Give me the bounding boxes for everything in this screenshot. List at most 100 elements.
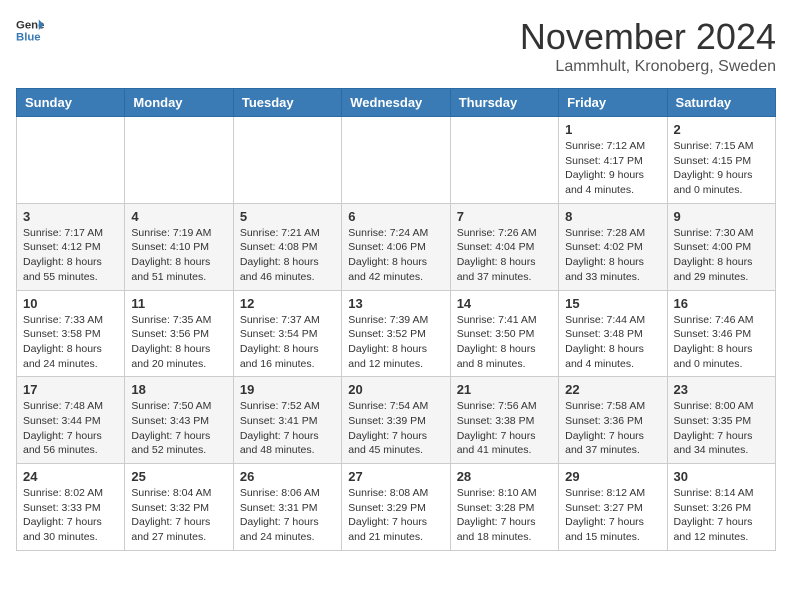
day-number: 13 bbox=[348, 296, 443, 311]
day-number: 26 bbox=[240, 469, 335, 484]
day-number: 19 bbox=[240, 382, 335, 397]
day-info: Sunrise: 7:26 AMSunset: 4:04 PMDaylight:… bbox=[457, 226, 552, 285]
calendar-cell: 1Sunrise: 7:12 AMSunset: 4:17 PMDaylight… bbox=[559, 117, 667, 204]
calendar-cell bbox=[450, 117, 558, 204]
day-info: Sunrise: 7:17 AMSunset: 4:12 PMDaylight:… bbox=[23, 226, 118, 285]
day-info: Sunrise: 8:14 AMSunset: 3:26 PMDaylight:… bbox=[674, 486, 769, 545]
day-info: Sunrise: 7:54 AMSunset: 3:39 PMDaylight:… bbox=[348, 399, 443, 458]
calendar-cell bbox=[125, 117, 233, 204]
weekday-header-thursday: Thursday bbox=[450, 89, 558, 117]
calendar-cell: 30 Sunrise: 8:14 AMSunset: 3:26 PMDayligh… bbox=[667, 464, 775, 551]
calendar-table: SundayMondayTuesdayWednesdayThursdayFrid… bbox=[16, 88, 776, 551]
day-info: Sunrise: 8:06 AMSunset: 3:31 PMDaylight:… bbox=[240, 486, 335, 545]
calendar-cell: 24 Sunrise: 8:02 AMSunset: 3:33 PMDayligh… bbox=[17, 464, 125, 551]
day-info: Sunrise: 8:04 AMSunset: 3:32 PMDaylight:… bbox=[131, 486, 226, 545]
calendar-cell: 26 Sunrise: 8:06 AMSunset: 3:31 PMDayligh… bbox=[233, 464, 341, 551]
calendar-cell: 19 Sunrise: 7:52 AMSunset: 3:41 PMDayligh… bbox=[233, 377, 341, 464]
day-info: Sunrise: 7:28 AMSunset: 4:02 PMDaylight:… bbox=[565, 226, 660, 285]
day-number: 30 bbox=[674, 469, 769, 484]
day-info: Sunrise: 7:52 AMSunset: 3:41 PMDaylight:… bbox=[240, 399, 335, 458]
calendar-cell: 15 Sunrise: 7:44 AMSunset: 3:48 PMDayligh… bbox=[559, 290, 667, 377]
calendar-cell bbox=[233, 117, 341, 204]
day-info: Sunrise: 7:35 AMSunset: 3:56 PMDaylight:… bbox=[131, 313, 226, 372]
day-info: Sunrise: 7:58 AMSunset: 3:36 PMDaylight:… bbox=[565, 399, 660, 458]
day-info: Sunrise: 7:48 AMSunset: 3:44 PMDaylight:… bbox=[23, 399, 118, 458]
day-number: 23 bbox=[674, 382, 769, 397]
calendar-cell: 29 Sunrise: 8:12 AMSunset: 3:27 PMDayligh… bbox=[559, 464, 667, 551]
weekday-header-sunday: Sunday bbox=[17, 89, 125, 117]
calendar-cell: 11 Sunrise: 7:35 AMSunset: 3:56 PMDayligh… bbox=[125, 290, 233, 377]
calendar-cell bbox=[342, 117, 450, 204]
day-info: Sunrise: 7:39 AMSunset: 3:52 PMDaylight:… bbox=[348, 313, 443, 372]
calendar-cell: 14Sunrise: 7:41 AMSunset: 3:50 PMDayligh… bbox=[450, 290, 558, 377]
weekday-header-saturday: Saturday bbox=[667, 89, 775, 117]
day-info: Sunrise: 8:02 AMSunset: 3:33 PMDaylight:… bbox=[23, 486, 118, 545]
weekday-header-row: SundayMondayTuesdayWednesdayThursdayFrid… bbox=[17, 89, 776, 117]
day-number: 6 bbox=[348, 209, 443, 224]
calendar-cell: 23 Sunrise: 8:00 AMSunset: 3:35 PMDayligh… bbox=[667, 377, 775, 464]
day-info: Sunrise: 7:15 AMSunset: 4:15 PMDaylight:… bbox=[674, 139, 769, 198]
title-section: November 2024 Lammhult, Kronoberg, Swede… bbox=[520, 16, 776, 76]
day-info: Sunrise: 7:30 AMSunset: 4:00 PMDaylight:… bbox=[674, 226, 769, 285]
svg-text:Blue: Blue bbox=[16, 32, 41, 44]
day-number: 14 bbox=[457, 296, 552, 311]
logo: General Blue bbox=[16, 16, 44, 44]
calendar-cell: 16 Sunrise: 7:46 AMSunset: 3:46 PMDayligh… bbox=[667, 290, 775, 377]
day-info: Sunrise: 8:10 AMSunset: 3:28 PMDaylight:… bbox=[457, 486, 552, 545]
day-info: Sunrise: 7:37 AMSunset: 3:54 PMDaylight:… bbox=[240, 313, 335, 372]
calendar-cell: 20Sunrise: 7:54 AMSunset: 3:39 PMDayligh… bbox=[342, 377, 450, 464]
generalblue-logo-icon: General Blue bbox=[16, 16, 44, 44]
day-info: Sunrise: 7:24 AMSunset: 4:06 PMDaylight:… bbox=[348, 226, 443, 285]
calendar-cell: 3 Sunrise: 7:17 AMSunset: 4:12 PMDaylight… bbox=[17, 203, 125, 290]
calendar-week-row-3: 10Sunrise: 7:33 AMSunset: 3:58 PMDayligh… bbox=[17, 290, 776, 377]
weekday-header-friday: Friday bbox=[559, 89, 667, 117]
weekday-header-wednesday: Wednesday bbox=[342, 89, 450, 117]
calendar-cell: 4Sunrise: 7:19 AMSunset: 4:10 PMDaylight… bbox=[125, 203, 233, 290]
weekday-header-monday: Monday bbox=[125, 89, 233, 117]
day-info: Sunrise: 7:19 AMSunset: 4:10 PMDaylight:… bbox=[131, 226, 226, 285]
calendar-week-row-5: 24 Sunrise: 8:02 AMSunset: 3:33 PMDayligh… bbox=[17, 464, 776, 551]
day-number: 25 bbox=[131, 469, 226, 484]
calendar-cell: 17Sunrise: 7:48 AMSunset: 3:44 PMDayligh… bbox=[17, 377, 125, 464]
weekday-header-tuesday: Tuesday bbox=[233, 89, 341, 117]
calendar-week-row-1: 1Sunrise: 7:12 AMSunset: 4:17 PMDaylight… bbox=[17, 117, 776, 204]
month-title: November 2024 bbox=[520, 16, 776, 58]
calendar-cell: 25 Sunrise: 8:04 AMSunset: 3:32 PMDayligh… bbox=[125, 464, 233, 551]
day-info: Sunrise: 8:12 AMSunset: 3:27 PMDaylight:… bbox=[565, 486, 660, 545]
day-number: 9 bbox=[674, 209, 769, 224]
day-number: 28 bbox=[457, 469, 552, 484]
calendar-cell: 10Sunrise: 7:33 AMSunset: 3:58 PMDayligh… bbox=[17, 290, 125, 377]
day-info: Sunrise: 7:50 AMSunset: 3:43 PMDaylight:… bbox=[131, 399, 226, 458]
day-number: 12 bbox=[240, 296, 335, 311]
day-info: Sunrise: 7:44 AMSunset: 3:48 PMDaylight:… bbox=[565, 313, 660, 372]
calendar-cell: 27 Sunrise: 8:08 AMSunset: 3:29 PMDayligh… bbox=[342, 464, 450, 551]
calendar-week-row-4: 17Sunrise: 7:48 AMSunset: 3:44 PMDayligh… bbox=[17, 377, 776, 464]
day-number: 3 bbox=[23, 209, 118, 224]
day-number: 7 bbox=[457, 209, 552, 224]
day-info: Sunrise: 7:46 AMSunset: 3:46 PMDaylight:… bbox=[674, 313, 769, 372]
day-number: 22 bbox=[565, 382, 660, 397]
day-info: Sunrise: 7:56 AMSunset: 3:38 PMDaylight:… bbox=[457, 399, 552, 458]
day-info: Sunrise: 8:00 AMSunset: 3:35 PMDaylight:… bbox=[674, 399, 769, 458]
calendar-cell: 13 Sunrise: 7:39 AMSunset: 3:52 PMDayligh… bbox=[342, 290, 450, 377]
calendar-cell: 7 Sunrise: 7:26 AMSunset: 4:04 PMDaylight… bbox=[450, 203, 558, 290]
day-number: 24 bbox=[23, 469, 118, 484]
calendar-cell: 21 Sunrise: 7:56 AMSunset: 3:38 PMDayligh… bbox=[450, 377, 558, 464]
calendar-cell: 28 Sunrise: 8:10 AMSunset: 3:28 PMDayligh… bbox=[450, 464, 558, 551]
day-number: 8 bbox=[565, 209, 660, 224]
calendar-cell: 5Sunrise: 7:21 AMSunset: 4:08 PMDaylight… bbox=[233, 203, 341, 290]
day-info: Sunrise: 8:08 AMSunset: 3:29 PMDaylight:… bbox=[348, 486, 443, 545]
calendar-cell: 6 Sunrise: 7:24 AMSunset: 4:06 PMDaylight… bbox=[342, 203, 450, 290]
day-number: 11 bbox=[131, 296, 226, 311]
day-number: 29 bbox=[565, 469, 660, 484]
location-title: Lammhult, Kronoberg, Sweden bbox=[520, 58, 776, 76]
calendar-cell: 2 Sunrise: 7:15 AMSunset: 4:15 PMDaylight… bbox=[667, 117, 775, 204]
day-number: 27 bbox=[348, 469, 443, 484]
day-number: 21 bbox=[457, 382, 552, 397]
day-info: Sunrise: 7:21 AMSunset: 4:08 PMDaylight:… bbox=[240, 226, 335, 285]
day-number: 15 bbox=[565, 296, 660, 311]
calendar-cell: 12 Sunrise: 7:37 AMSunset: 3:54 PMDayligh… bbox=[233, 290, 341, 377]
day-number: 16 bbox=[674, 296, 769, 311]
day-number: 2 bbox=[674, 122, 769, 137]
calendar-cell: 18Sunrise: 7:50 AMSunset: 3:43 PMDayligh… bbox=[125, 377, 233, 464]
